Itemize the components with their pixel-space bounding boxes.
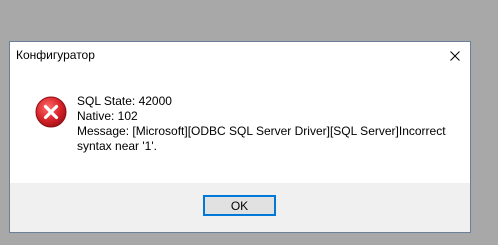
message-line-native: Native: 102 bbox=[77, 109, 138, 123]
close-icon bbox=[450, 50, 460, 61]
title-bar[interactable]: Конфигуратор bbox=[10, 42, 470, 69]
error-dialog: Конфигуратор SQL State: 42000 Native: 10… bbox=[9, 41, 471, 233]
error-icon bbox=[35, 96, 67, 128]
message-line-sql-state: SQL State: 42000 bbox=[77, 94, 172, 108]
error-message: SQL State: 42000 Native: 102 Message: [M… bbox=[77, 94, 457, 154]
dialog-footer: OK bbox=[10, 183, 470, 232]
message-line-syntax: syntax near '1'. bbox=[77, 139, 157, 153]
dialog-title: Конфигуратор bbox=[16, 48, 95, 62]
close-button[interactable] bbox=[440, 42, 470, 69]
dialog-content: SQL State: 42000 Native: 102 Message: [M… bbox=[10, 69, 470, 183]
ok-button[interactable]: OK bbox=[203, 195, 276, 216]
message-line-message: Message: [Microsoft][ODBC SQL Server Dri… bbox=[77, 124, 446, 138]
